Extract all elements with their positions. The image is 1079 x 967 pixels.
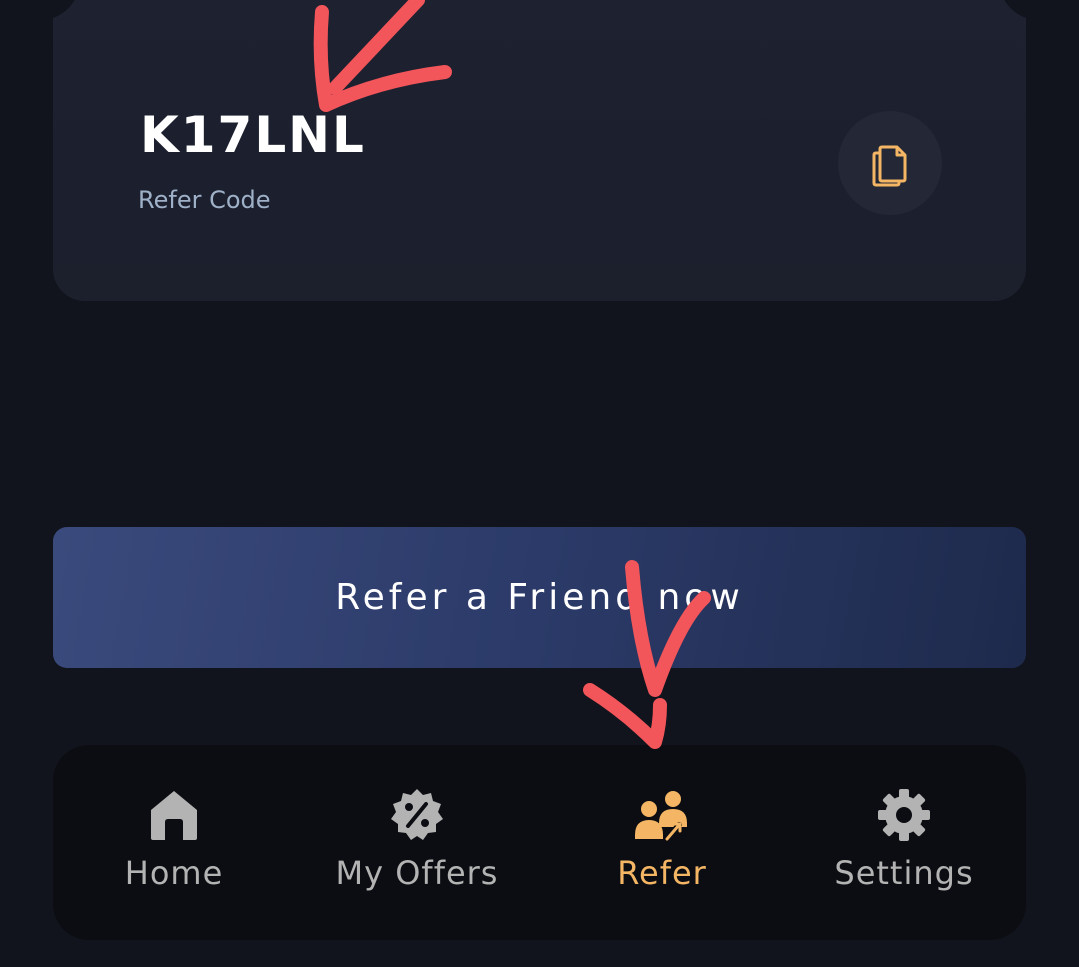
refer-code-card: K17LNL Refer Code	[53, 0, 1026, 301]
offer-badge-icon	[389, 785, 445, 845]
bottom-navigation: Home My Offers Refer Settings	[53, 745, 1026, 940]
nav-item-refer[interactable]: Refer	[552, 785, 772, 905]
nav-item-settings[interactable]: Settings	[794, 785, 1014, 905]
home-icon	[149, 785, 199, 845]
copy-icon	[872, 145, 907, 187]
refer-code-label: Refer Code	[138, 186, 271, 214]
nav-label-home: Home	[124, 854, 224, 892]
nav-item-home[interactable]: Home	[64, 785, 284, 905]
copy-code-button[interactable]	[838, 111, 942, 215]
nav-label-settings: Settings	[834, 854, 974, 892]
nav-item-my-offers[interactable]: My Offers	[307, 785, 527, 905]
nav-label-my-offers: My Offers	[335, 854, 499, 892]
refer-users-icon	[633, 785, 691, 845]
nav-label-refer: Refer	[617, 854, 707, 892]
refer-friend-button[interactable]: Refer a Friend now	[53, 527, 1026, 668]
gear-icon	[876, 785, 932, 845]
refer-code-value: K17LNL	[140, 106, 366, 164]
